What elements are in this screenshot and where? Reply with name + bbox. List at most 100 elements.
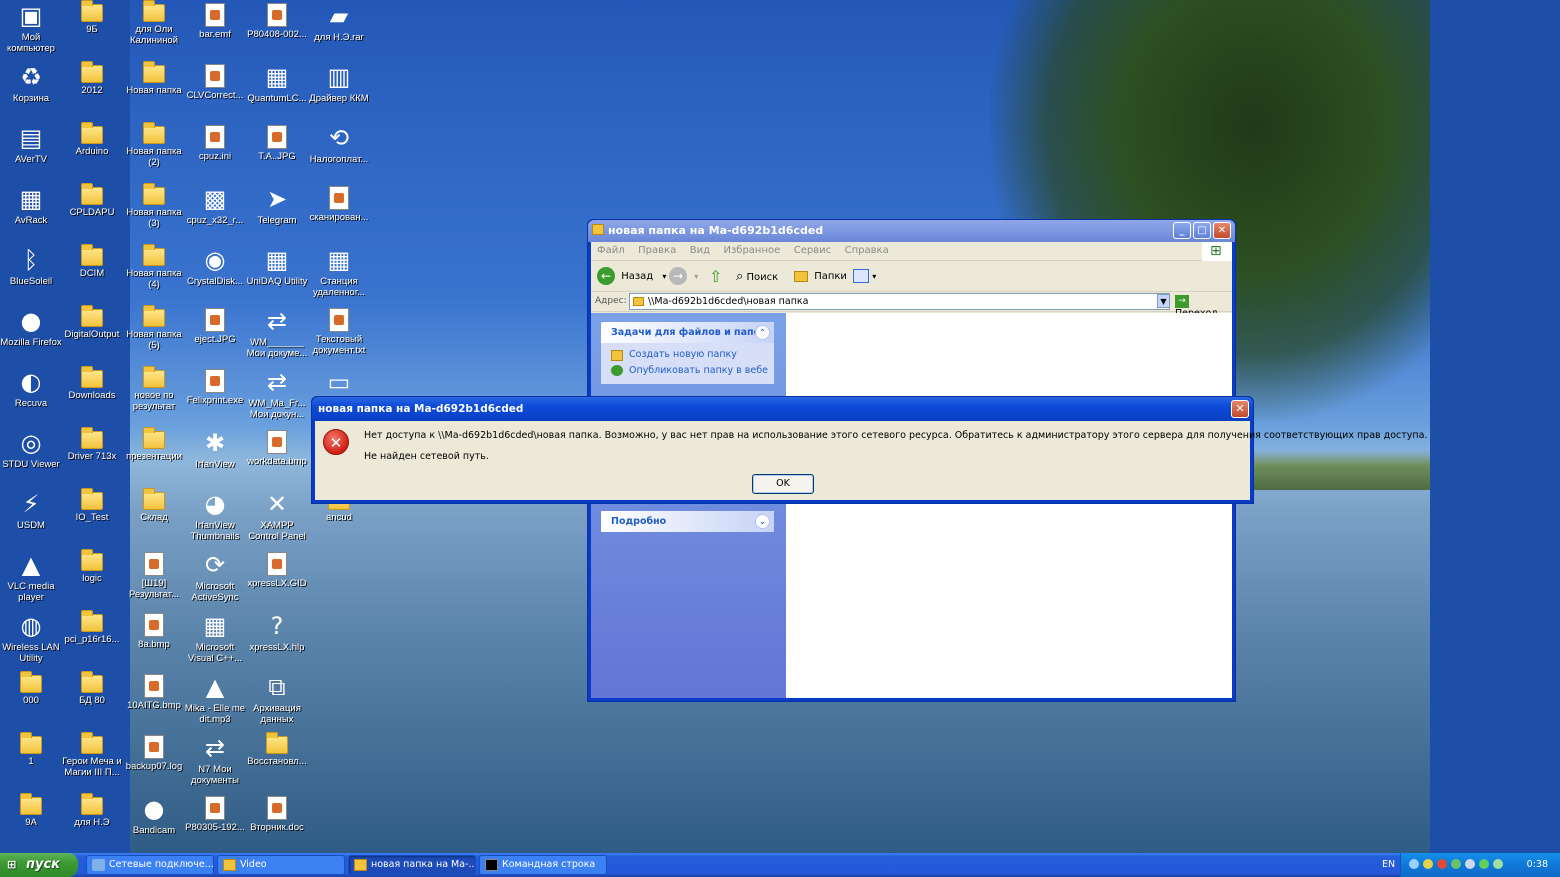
maximize-button[interactable]: □ xyxy=(1193,222,1211,239)
desktop-icon[interactable]: ● Mozilla Firefox xyxy=(0,305,62,365)
desktop-icon[interactable]: P80408-002... xyxy=(246,0,308,60)
desktop-icon[interactable]: Felixprint.exe xyxy=(184,366,246,426)
taskbar-cmd[interactable]: Командная строка xyxy=(479,855,607,875)
network-tray-icon[interactable] xyxy=(1409,859,1419,869)
desktop-icon[interactable]: ⇄ N7 Мои документы xyxy=(184,732,246,792)
desktop-icon[interactable]: pci_p16r16... xyxy=(61,610,123,670)
desktop-icon[interactable]: xpressLX.GID xyxy=(246,549,308,609)
desktop-icon[interactable]: ▩ cpuz_x32_r... xyxy=(184,183,246,243)
menu-edit[interactable]: Правка xyxy=(638,245,676,256)
desktop-icon[interactable]: [Ш19] Результат... xyxy=(123,549,185,609)
desktop-icon[interactable]: Новая папка (3) xyxy=(123,183,185,243)
menu-tools[interactable]: Сервис xyxy=(794,245,831,256)
desktop-icon[interactable]: сканирован... xyxy=(308,183,370,243)
file-tasks-header[interactable]: Задачи для файлов и папок ⌃ xyxy=(601,322,774,343)
desktop-icon[interactable]: ▥ Драйвер ККМ xyxy=(308,61,370,121)
up-folder-icon[interactable]: ⇧ xyxy=(709,266,722,288)
desktop-icon[interactable]: T.A..JPG xyxy=(246,122,308,182)
address-dropdown-button[interactable]: ▼ xyxy=(1157,294,1170,308)
desktop-icon[interactable]: bar.emf xyxy=(184,0,246,60)
taskbar-network-connections[interactable]: Сетевые подключе... xyxy=(86,855,214,875)
volume-tray-icon[interactable] xyxy=(1451,859,1461,869)
forward-button[interactable]: → ▾ xyxy=(669,266,698,288)
desktop-icon[interactable]: Вторник.doc xyxy=(246,793,308,853)
search-button[interactable]: ⌕ Поиск xyxy=(736,266,778,288)
desktop-icon[interactable]: workdata.bmp xyxy=(246,427,308,487)
desktop-icon[interactable]: ◎ STDU Viewer xyxy=(0,427,62,487)
security-tray-icon[interactable] xyxy=(1423,859,1433,869)
desktop-icon[interactable]: cpuz.ini xyxy=(184,122,246,182)
desktop-icon[interactable]: ⚡ USDM xyxy=(0,488,62,548)
desktop-icon[interactable]: Герои Меча и Магии III П... xyxy=(61,732,123,792)
explorer-titlebar[interactable]: новая папка на Ma-d692b1d6cded _ □ ✕ xyxy=(588,220,1235,242)
collapse-icon[interactable]: ⌃ xyxy=(755,325,770,340)
desktop-icon[interactable]: eject.JPG xyxy=(184,305,246,365)
desktop-icon[interactable]: ➤ Telegram xyxy=(246,183,308,243)
taskbar-video[interactable]: Video xyxy=(217,855,345,875)
desktop-icon[interactable]: P80305-192... xyxy=(184,793,246,853)
desktop-icon[interactable]: ◐ Recuva xyxy=(0,366,62,426)
publish-folder-link[interactable]: Опубликовать папку в вебе xyxy=(601,362,774,378)
desktop-icon[interactable]: logic xyxy=(61,549,123,609)
desktop-icon[interactable]: Downloads xyxy=(61,366,123,426)
desktop-icon[interactable]: 8a.bmp xyxy=(123,610,185,670)
dialog-titlebar[interactable]: новая папка на Ma-d692b1d6cded ✕ xyxy=(312,397,1253,421)
start-button[interactable]: ⊞ пуск xyxy=(0,853,78,877)
desktop-icon[interactable]: ▦ AvRack xyxy=(0,183,62,243)
language-indicator[interactable]: EN xyxy=(1382,859,1395,870)
chevron-down-icon[interactable]: ▾ xyxy=(662,272,666,281)
desktop-icon[interactable]: CPLDAPU xyxy=(61,183,123,243)
desktop-icon[interactable]: ▦ UniDAQ Utility xyxy=(246,244,308,304)
desktop-icon[interactable]: ◍ Wireless LAN Utility xyxy=(0,610,62,670)
desktop-icon[interactable]: DigitalOutput xyxy=(61,305,123,365)
desktop-icon[interactable]: ⟲ Налогоплат... xyxy=(308,122,370,182)
desktop-icon[interactable]: Новая папка xyxy=(123,61,185,121)
desktop-icon[interactable]: 000 xyxy=(0,671,62,731)
address-input[interactable]: \\Ma-d692b1d6cded\новая папка xyxy=(629,293,1170,310)
antivirus-tray-icon[interactable] xyxy=(1437,859,1447,869)
minimize-button[interactable]: _ xyxy=(1173,222,1191,239)
menu-help[interactable]: Справка xyxy=(845,245,889,256)
desktop-icon[interactable]: ⇄ WM_______ Мои докуме... xyxy=(246,305,308,365)
dialog-close-button[interactable]: ✕ xyxy=(1231,400,1249,418)
desktop-icon[interactable]: Восстановл... xyxy=(246,732,308,792)
desktop-icon[interactable]: Новая папка (4) xyxy=(123,244,185,304)
desktop-icon[interactable]: ⇄ WM_Ma_Fr... Мои докун... xyxy=(246,366,308,426)
desktop-icon[interactable]: IO_Test xyxy=(61,488,123,548)
desktop-icon[interactable]: БД 80 xyxy=(61,671,123,731)
desktop-icon[interactable]: 1 xyxy=(0,732,62,792)
desktop-icon[interactable]: ▦ QuantumLC... xyxy=(246,61,308,121)
desktop-icon[interactable]: ▦ Microsoft Visual C++... xyxy=(184,610,246,670)
desktop-icon[interactable]: CLVCorrect... xyxy=(184,61,246,121)
ok-button[interactable]: OK xyxy=(752,474,814,494)
desktop-icon[interactable]: Driver 713x xyxy=(61,427,123,487)
taskbar-explorer[interactable]: новая папка на Ma-... xyxy=(348,855,476,875)
desktop-icon[interactable]: новое по результат xyxy=(123,366,185,426)
desktop-icon[interactable]: Текстовый документ.txt xyxy=(308,305,370,365)
desktop-icon[interactable]: ◉ CrystalDisk... xyxy=(184,244,246,304)
desktop-icon[interactable]: ♻ Корзина xyxy=(0,61,62,121)
desktop-icon[interactable]: ▦ Станция удаленног... xyxy=(308,244,370,304)
desktop-icon[interactable]: backup07.log xyxy=(123,732,185,792)
desktop-icon[interactable]: для Оли Калининой xyxy=(123,0,185,60)
desktop-icon[interactable]: ? xpressLX.hlp xyxy=(246,610,308,670)
desktop-icon[interactable]: 10AITG.bmp xyxy=(123,671,185,731)
details-header[interactable]: Подробно ⌄ xyxy=(601,511,774,532)
desktop-icon[interactable]: 9А xyxy=(0,793,62,853)
desktop-icon[interactable]: ▤ AVerTV xyxy=(0,122,62,182)
activesync-tray-icon[interactable] xyxy=(1479,859,1489,869)
desktop-icon[interactable]: ✕ XAMPP Control Panel xyxy=(246,488,308,548)
desktop-icon[interactable]: ◕ IrfanView Thumbnails xyxy=(184,488,246,548)
desktop-icon[interactable]: ▰ для Н.Э.rar xyxy=(308,0,370,60)
desktop-icon[interactable]: 2012 xyxy=(61,61,123,121)
desktop-icon[interactable]: ⧉ Архивация данных xyxy=(246,671,308,731)
desktop-icon[interactable]: ▲ VLC media player xyxy=(0,549,62,609)
close-button[interactable]: ✕ xyxy=(1213,222,1231,239)
desktop-icon[interactable]: Склад xyxy=(123,488,185,548)
desktop-icon[interactable]: ▣ Мой компьютер xyxy=(0,0,62,60)
desktop-icon[interactable]: Arduino xyxy=(61,122,123,182)
desktop-icon[interactable]: для Н.Э xyxy=(61,793,123,853)
desktop-icon[interactable]: ᛒ BlueSoleil xyxy=(0,244,62,304)
menu-favorites[interactable]: Избранное xyxy=(723,245,780,256)
battery-tray-icon[interactable] xyxy=(1493,859,1503,869)
